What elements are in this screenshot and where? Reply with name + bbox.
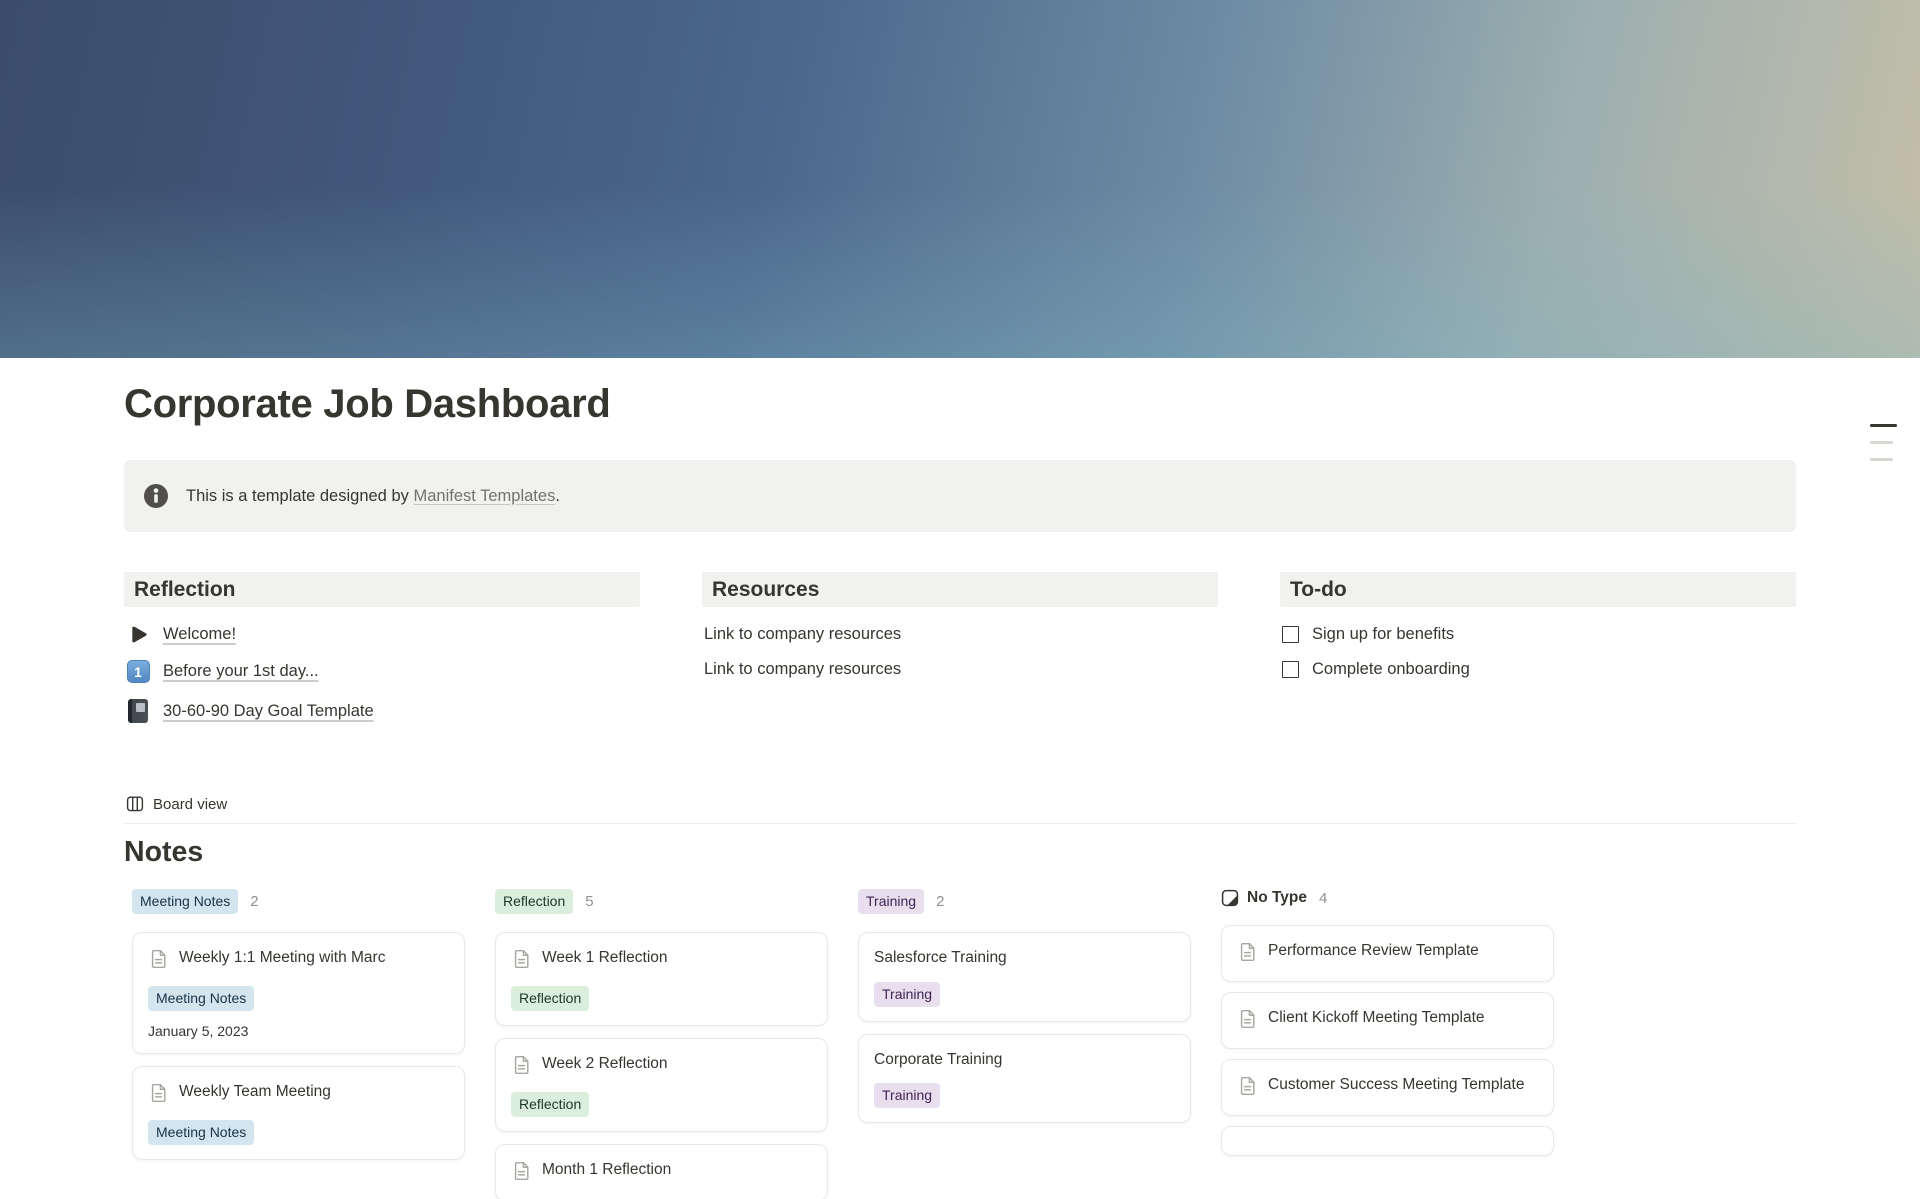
group-header[interactable]: Meeting Notes 2 — [132, 889, 465, 914]
card-title: Corporate Training — [874, 1049, 1002, 1071]
group-name-badge[interactable]: Reflection — [495, 889, 573, 914]
document-icon — [511, 1160, 532, 1186]
page-content: Corporate Job Dashboard This is a templa… — [0, 380, 1920, 1199]
group-header[interactable]: Reflection 5 — [495, 889, 828, 914]
resource-text: Link to company resources — [704, 625, 901, 644]
group-header[interactable]: No Type 4 — [1221, 889, 1554, 907]
card-client-kickoff-meeting-template[interactable]: Client Kickoff Meeting Template — [1221, 992, 1554, 1049]
document-icon — [148, 1082, 169, 1108]
keycap-one-icon: 1 — [126, 660, 150, 683]
group-header[interactable]: Training 2 — [858, 889, 1191, 914]
resource-text: Link to company resources — [704, 660, 901, 679]
card-partially-visible[interactable] — [1221, 1126, 1554, 1156]
board-group-training: Training 2 Salesforce Training Training … — [858, 889, 1191, 1135]
card-week-1-reflection[interactable]: Week 1 Reflection Reflection — [495, 932, 828, 1026]
board-view-icon — [126, 795, 144, 813]
page-link-label[interactable]: Welcome! — [163, 625, 236, 644]
page-link-before-first-day[interactable]: 1 Before your 1st day... — [124, 652, 640, 691]
group-count: 5 — [585, 893, 593, 910]
todo-label: Complete onboarding — [1312, 660, 1470, 679]
card-title: Salesforce Training — [874, 947, 1007, 969]
board-view-label[interactable]: Board view — [153, 796, 227, 813]
card-title: Customer Success Meeting Template — [1268, 1074, 1524, 1096]
group-count: 2 — [250, 893, 258, 910]
checkbox-sign-up-benefits[interactable] — [1282, 626, 1299, 643]
page-title[interactable]: Corporate Job Dashboard — [124, 380, 1796, 428]
card-date: January 5, 2023 — [148, 1023, 449, 1039]
group-name-label[interactable]: No Type — [1247, 889, 1307, 907]
todo-item: Sign up for benefits — [1280, 617, 1796, 652]
toc-bar[interactable] — [1870, 424, 1897, 427]
section-header-resources: Resources — [702, 572, 1218, 607]
group-name-badge[interactable]: Meeting Notes — [132, 889, 238, 914]
todo-item: Complete onboarding — [1280, 652, 1796, 687]
callout-text-suffix: . — [555, 487, 560, 505]
document-icon — [1237, 1008, 1258, 1034]
checkbox-complete-onboarding[interactable] — [1282, 661, 1299, 678]
kanban-board: Meeting Notes 2 Weekly 1:1 Meeting with … — [124, 889, 1796, 1199]
card-title: Weekly 1:1 Meeting with Marc — [179, 947, 385, 969]
card-title: Performance Review Template — [1268, 940, 1479, 962]
card-tag: Meeting Notes — [148, 986, 254, 1011]
document-icon — [511, 1054, 532, 1080]
table-of-contents-widget[interactable] — [1870, 424, 1898, 475]
divider — [124, 823, 1796, 824]
section-header-todo: To-do — [1280, 572, 1796, 607]
callout-text-prefix: This is a template designed by — [186, 487, 413, 505]
document-icon — [148, 948, 169, 974]
template-callout: This is a template designed by Manifest … — [124, 460, 1796, 532]
section-header-reflection: Reflection — [124, 572, 640, 607]
card-title: Month 1 Reflection — [542, 1159, 671, 1181]
page-cover-image — [0, 0, 1920, 358]
toc-bar[interactable] — [1870, 441, 1893, 444]
card-title: Client Kickoff Meeting Template — [1268, 1007, 1485, 1029]
todo-label: Sign up for benefits — [1312, 625, 1454, 644]
card-tag: Reflection — [511, 1092, 589, 1117]
column-resources: Resources Link to company resources Link… — [702, 572, 1218, 731]
card-performance-review-template[interactable]: Performance Review Template — [1221, 925, 1554, 982]
board-group-reflection: Reflection 5 Week 1 Reflection Reflect — [495, 889, 828, 1199]
card-weekly-1-1-meeting[interactable]: Weekly 1:1 Meeting with Marc Meeting Not… — [132, 932, 465, 1054]
resource-line: Link to company resources — [702, 652, 1218, 687]
page-link-label[interactable]: 30-60-90 Day Goal Template — [163, 702, 374, 721]
column-todo: To-do Sign up for benefits Complete onbo… — [1280, 572, 1796, 731]
page-link-30-60-90[interactable]: 30-60-90 Day Goal Template — [124, 691, 640, 731]
card-corporate-training[interactable]: Corporate Training Training — [858, 1034, 1191, 1123]
group-count: 4 — [1319, 890, 1327, 907]
page-link-label[interactable]: Before your 1st day... — [163, 662, 319, 681]
card-title: Week 1 Reflection — [542, 947, 668, 969]
board-group-meeting-notes: Meeting Notes 2 Weekly 1:1 Meeting with … — [132, 889, 465, 1172]
notebook-icon — [126, 699, 150, 723]
column-reflection: Reflection Welcome! 1 Before your 1st da… — [124, 572, 640, 731]
tab-board-view[interactable]: Board view — [124, 789, 229, 823]
info-icon — [143, 483, 169, 509]
no-type-icon — [1221, 889, 1239, 907]
toc-bar[interactable] — [1870, 458, 1893, 461]
callout-text: This is a template designed by Manifest … — [186, 487, 560, 506]
card-salesforce-training[interactable]: Salesforce Training Training — [858, 932, 1191, 1021]
database-title: Notes — [124, 836, 1796, 869]
card-tag: Training — [874, 1083, 940, 1108]
page-link-welcome[interactable]: Welcome! — [124, 617, 640, 652]
play-icon — [126, 625, 150, 644]
document-icon — [1237, 941, 1258, 967]
document-icon — [1237, 1075, 1258, 1101]
card-tag: Reflection — [511, 986, 589, 1011]
card-week-2-reflection[interactable]: Week 2 Reflection Reflection — [495, 1038, 828, 1132]
group-name-badge[interactable]: Training — [858, 889, 924, 914]
group-count: 2 — [936, 893, 944, 910]
document-icon — [511, 948, 532, 974]
card-title: Weekly Team Meeting — [179, 1081, 331, 1103]
card-month-1-reflection[interactable]: Month 1 Reflection — [495, 1144, 828, 1199]
board-group-no-type: No Type 4 Performance Review Template — [1221, 889, 1554, 1166]
card-customer-success-meeting-template[interactable]: Customer Success Meeting Template — [1221, 1059, 1554, 1116]
card-tag: Training — [874, 982, 940, 1007]
card-weekly-team-meeting[interactable]: Weekly Team Meeting Meeting Notes — [132, 1066, 465, 1160]
card-tag: Meeting Notes — [148, 1120, 254, 1145]
resource-line: Link to company resources — [702, 617, 1218, 652]
card-title: Week 2 Reflection — [542, 1053, 668, 1075]
manifest-templates-link[interactable]: Manifest Templates — [413, 487, 555, 505]
